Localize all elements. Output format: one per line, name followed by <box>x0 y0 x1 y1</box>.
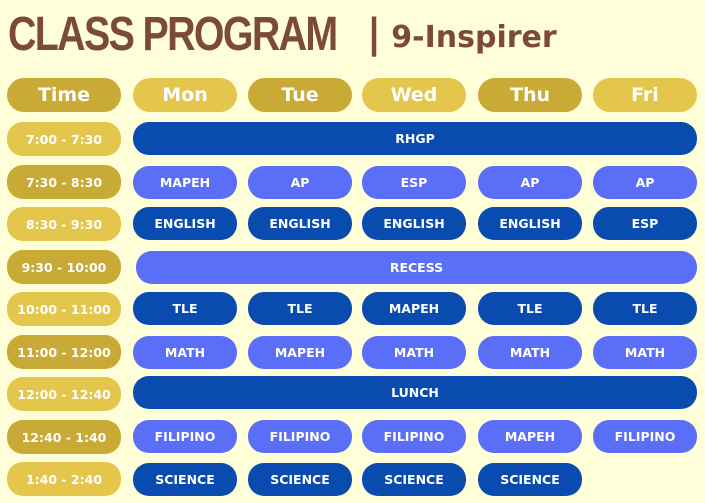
class-cell: MAPEH <box>362 292 466 325</box>
class-cell: AP <box>593 166 697 199</box>
header-tue: Tue <box>248 78 352 112</box>
section-name: 9-Inspirer <box>391 20 557 55</box>
class-cell: AP <box>248 166 352 199</box>
class-cell: MAPEH <box>133 166 237 199</box>
class-cell: ENGLISH <box>362 207 466 240</box>
class-cell: MAPEH <box>248 336 352 369</box>
time-slot: 9:30 - 10:00 <box>7 250 121 284</box>
time-slot: 8:30 - 9:30 <box>7 207 121 241</box>
time-slot: 12:40 - 1:40 <box>7 420 121 454</box>
title-separator: | <box>366 11 382 57</box>
class-cell: FILIPINO <box>248 420 352 453</box>
time-slot: 1:40 - 2:40 <box>7 462 121 496</box>
header-thu: Thu <box>478 78 582 112</box>
class-cell: MATH <box>133 336 237 369</box>
title-main: CLASS PROGRAM <box>8 7 338 61</box>
class-cell: FILIPINO <box>362 420 466 453</box>
class-cell: FILIPINO <box>133 420 237 453</box>
time-slot: 7:00 - 7:30 <box>7 122 121 156</box>
class-cell: ENGLISH <box>478 207 582 240</box>
class-cell: TLE <box>248 292 352 325</box>
class-cell: MAPEH <box>478 420 582 453</box>
class-cell: AP <box>478 166 582 199</box>
time-slot: 7:30 - 8:30 <box>7 165 121 199</box>
time-slot: 12:00 - 12:40 <box>7 377 121 411</box>
header-wed: Wed <box>362 78 466 112</box>
class-cell: TLE <box>478 292 582 325</box>
title-rest: | 9-Inspirer <box>367 11 557 57</box>
class-cell: SCIENCE <box>478 463 582 496</box>
time-slot: 11:00 - 12:00 <box>7 335 121 369</box>
header-mon: Mon <box>133 78 237 112</box>
class-cell: ESP <box>362 166 466 199</box>
class-cell: FILIPINO <box>593 420 697 453</box>
class-cell: TLE <box>133 292 237 325</box>
class-cell: MATH <box>478 336 582 369</box>
class-cell: TLE <box>593 292 697 325</box>
class-cell: ENGLISH <box>248 207 352 240</box>
class-cell: ENGLISH <box>133 207 237 240</box>
header-fri: Fri <box>593 78 697 112</box>
page-title: CLASS PROGRAM | 9-Inspirer <box>8 4 557 64</box>
class-cell: SCIENCE <box>248 463 352 496</box>
span-recess: RECESS <box>136 251 697 284</box>
span-rhgp: RHGP <box>133 122 697 155</box>
class-cell: MATH <box>362 336 466 369</box>
class-cell: MATH <box>593 336 697 369</box>
header-time: Time <box>7 78 121 112</box>
class-cell: SCIENCE <box>133 463 237 496</box>
class-cell: ESP <box>593 207 697 240</box>
class-cell: SCIENCE <box>362 463 466 496</box>
span-lunch: LUNCH <box>133 376 697 409</box>
time-slot: 10:00 - 11:00 <box>7 292 121 326</box>
